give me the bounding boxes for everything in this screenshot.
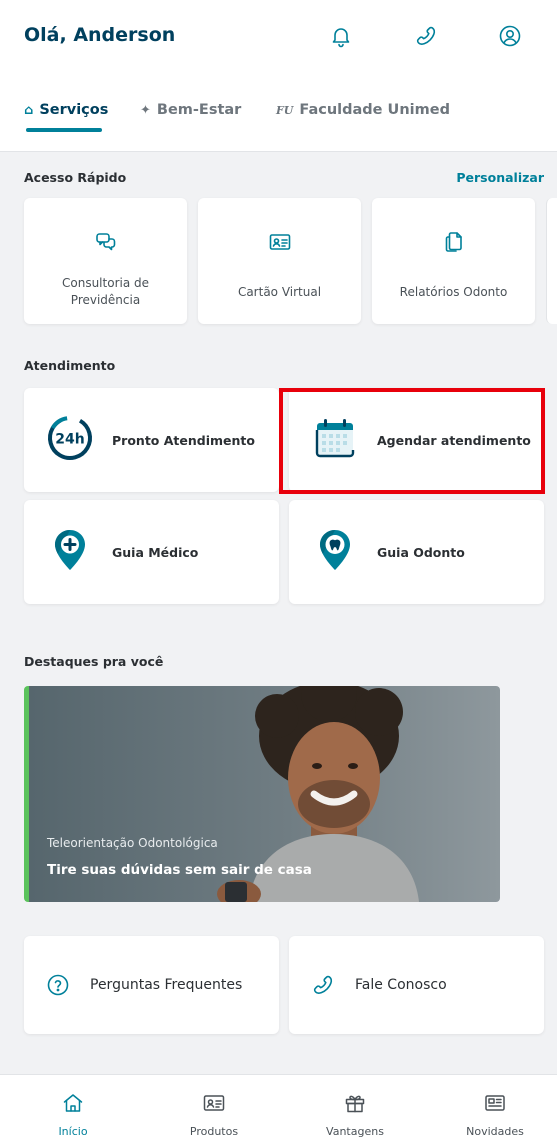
- tab-faculdade-unimed[interactable]: FU Faculdade Unimed: [276, 94, 450, 126]
- bottom-nav: Início Produtos Vantagens Novidades: [0, 1074, 557, 1144]
- tab-bem-estar[interactable]: ✦ Bem-Estar: [140, 94, 241, 126]
- highlight-box: [279, 388, 545, 494]
- banner-title: Tire suas dúvidas sem sair de casa: [47, 862, 312, 878]
- quick-access-cartao-virtual[interactable]: Cartão Virtual: [198, 198, 361, 324]
- quick-access-label: Relatórios Odonto: [399, 284, 508, 299]
- highlight-banner[interactable]: Teleorientação Odontológica Tire suas dú…: [24, 686, 500, 902]
- tab-servicos[interactable]: ⌂ Serviços: [24, 94, 108, 126]
- greeting-title: Olá, Anderson: [24, 24, 176, 46]
- chat-bubbles-icon: [94, 230, 118, 254]
- tab-label: Serviços: [39, 102, 109, 118]
- 24h-icon: 24h: [46, 414, 94, 462]
- phone-icon: [311, 973, 335, 997]
- service-label: Pronto Atendimento: [112, 432, 255, 448]
- service-guia-odonto[interactable]: Guia Odonto: [289, 500, 544, 604]
- nav-produtos[interactable]: Produtos: [164, 1075, 264, 1144]
- sparkle-icon: ✦: [140, 102, 151, 118]
- banner-subtitle: Teleorientação Odontológica: [47, 836, 218, 850]
- phone-icon[interactable]: [412, 22, 440, 50]
- active-tab-indicator: [26, 128, 102, 132]
- id-card-icon: [268, 230, 292, 254]
- service-label: Guia Médico: [112, 544, 199, 560]
- id-card-icon: [202, 1091, 226, 1115]
- contact-card[interactable]: Fale Conosco: [289, 936, 544, 1034]
- quick-access-label: Consultoria de Previdência: [62, 276, 149, 307]
- app-header: Olá, Anderson ⌂ Serviços ✦ Bem-Estar FU …: [0, 0, 557, 152]
- top-tabs: ⌂ Serviços ✦ Bem-Estar FU Faculdade Unim…: [0, 88, 557, 134]
- quick-access-label: Cartão Virtual: [237, 284, 322, 299]
- quick-access-next-card[interactable]: [546, 198, 557, 324]
- contact-label: Fale Conosco: [355, 977, 447, 993]
- gift-icon: [343, 1091, 367, 1115]
- tooth-pin-icon: [311, 526, 359, 574]
- bell-icon[interactable]: [327, 22, 355, 50]
- nav-label: Início: [58, 1125, 88, 1138]
- 24h-badge-text: 24h: [55, 432, 84, 448]
- fu-logo-icon: FU: [276, 103, 294, 117]
- tab-label: Bem-Estar: [156, 102, 242, 118]
- home-outline-icon: ⌂: [24, 102, 34, 118]
- quick-access-title: Acesso Rápido: [24, 170, 127, 185]
- nav-label: Produtos: [189, 1125, 239, 1138]
- question-circle-icon: [46, 973, 70, 997]
- service-title: Atendimento: [24, 358, 116, 373]
- documents-icon: [442, 230, 466, 254]
- nav-novidades[interactable]: Novidades: [445, 1075, 545, 1144]
- medical-pin-icon: [46, 526, 94, 574]
- highlights-title: Destaques pra você: [24, 654, 164, 669]
- customize-link[interactable]: Personalizar: [456, 170, 544, 185]
- service-label: Guia Odonto: [377, 544, 465, 560]
- nav-label: Vantagens: [326, 1125, 384, 1138]
- user-circle-icon[interactable]: [496, 22, 524, 50]
- nav-vantagens[interactable]: Vantagens: [305, 1075, 405, 1144]
- faq-card[interactable]: Perguntas Frequentes: [24, 936, 279, 1034]
- tab-label: Faculdade Unimed: [299, 102, 450, 118]
- newspaper-icon: [483, 1091, 507, 1115]
- nav-label: Novidades: [466, 1125, 524, 1138]
- quick-access-relatorios-odonto[interactable]: Relatórios Odonto: [372, 198, 535, 324]
- quick-access-consultoria[interactable]: Consultoria de Previdência: [24, 198, 187, 324]
- service-pronto-atendimento[interactable]: 24h Pronto Atendimento: [24, 388, 279, 492]
- faq-label: Perguntas Frequentes: [90, 977, 243, 993]
- nav-inicio[interactable]: Início: [23, 1075, 123, 1144]
- service-guia-medico[interactable]: Guia Médico: [24, 500, 279, 604]
- home-icon: [61, 1091, 85, 1115]
